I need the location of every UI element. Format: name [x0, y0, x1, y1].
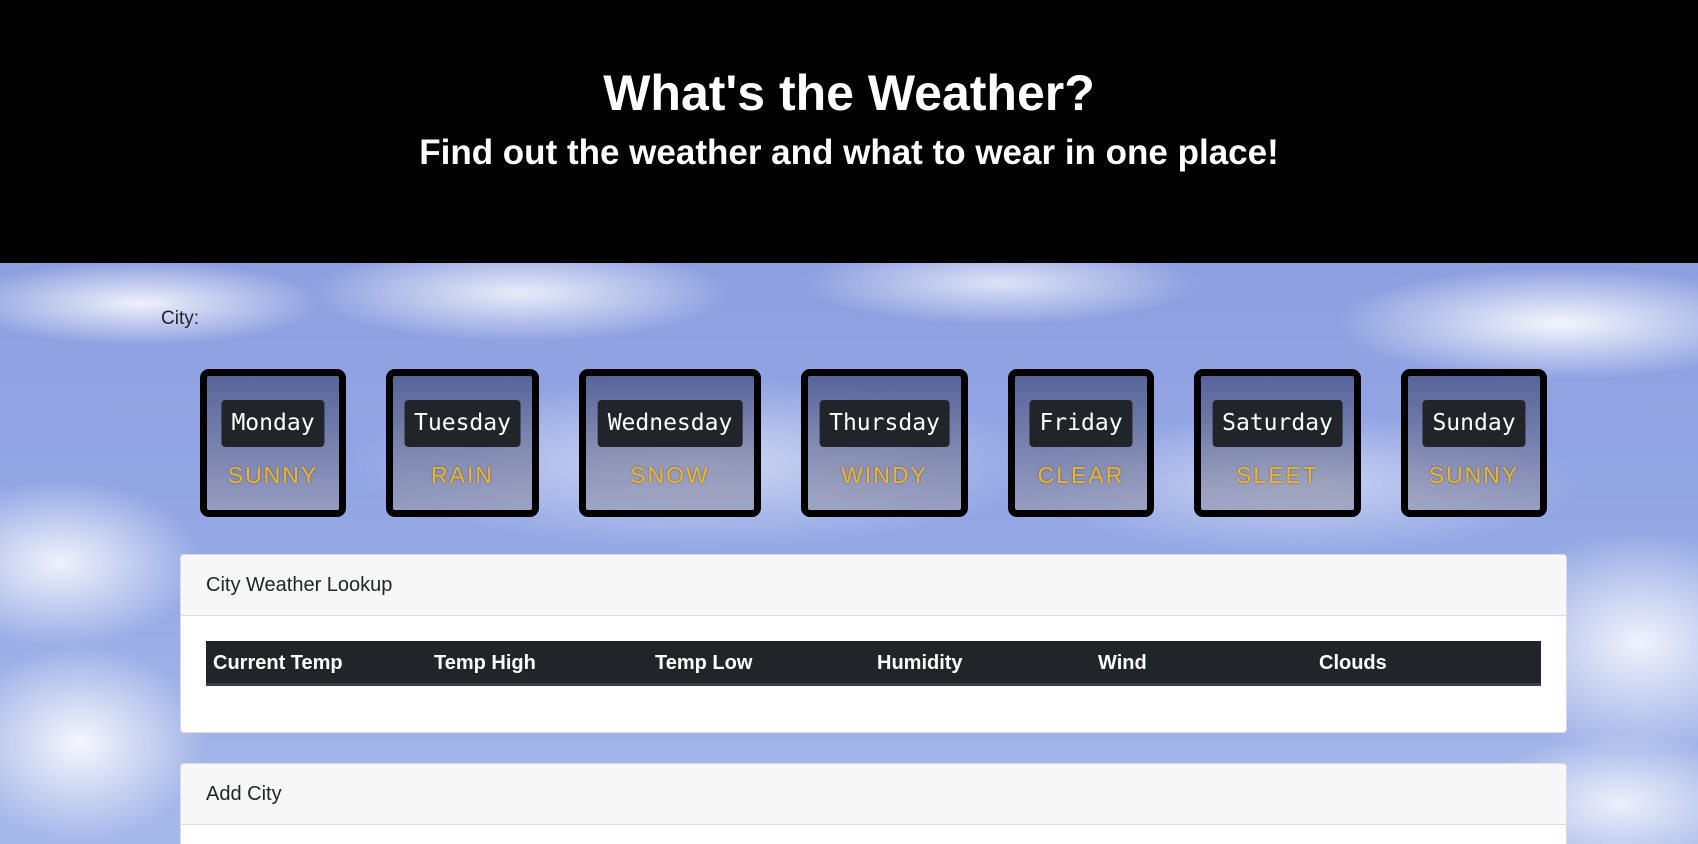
page-subtitle: Find out the weather and what to wear in… [419, 133, 1279, 172]
day-name: Tuesday [404, 400, 521, 447]
day-name: Wednesday [597, 400, 743, 447]
column-current-temp: Current Temp [213, 652, 343, 674]
card-header: City Weather Lookup [181, 555, 1566, 616]
forecast-card-tuesday[interactable]: Tuesday RAIN [386, 369, 539, 517]
day-weather: SUNNY [1428, 462, 1520, 488]
forecast-card-sunday[interactable]: Sunday SUNNY [1401, 369, 1547, 517]
add-city-card: Add City [180, 763, 1567, 844]
forecast-card-thursday[interactable]: Thursday WINDY [801, 369, 968, 517]
column-wind: Wind [1098, 652, 1147, 674]
card-header: Add City [181, 764, 1566, 825]
day-name: Friday [1029, 400, 1133, 447]
column-temp-high: Temp High [434, 652, 536, 674]
column-temp-low: Temp Low [655, 652, 753, 674]
page-title: What's the Weather? [603, 65, 1095, 121]
forecast-card-wednesday[interactable]: Wednesday SNOW [579, 369, 761, 517]
city-weather-lookup-card: City Weather Lookup Current Temp Temp Hi… [180, 554, 1567, 733]
day-weather: SUNNY [227, 462, 319, 488]
forecast-card-monday[interactable]: Monday SUNNY [200, 369, 346, 517]
day-weather: SNOW [630, 462, 710, 488]
column-clouds: Clouds [1319, 652, 1387, 674]
day-name: Monday [221, 400, 325, 447]
day-name: Sunday [1422, 400, 1526, 447]
forecast-card-saturday[interactable]: Saturday SLEET [1194, 369, 1361, 517]
city-label: City: [161, 308, 199, 329]
page-header: What's the Weather? Find out the weather… [0, 0, 1698, 263]
forecast-card-friday[interactable]: Friday CLEAR [1008, 369, 1154, 517]
column-humidity: Humidity [877, 652, 963, 674]
day-weather: CLEAR [1037, 462, 1125, 488]
day-weather: SLEET [1236, 462, 1319, 488]
day-weather: RAIN [431, 462, 494, 488]
weather-table-header: Current Temp Temp High Temp Low Humidity… [206, 641, 1541, 686]
day-weather: WINDY [841, 462, 928, 488]
day-name: Saturday [1212, 400, 1343, 447]
day-name: Thursday [819, 400, 950, 447]
